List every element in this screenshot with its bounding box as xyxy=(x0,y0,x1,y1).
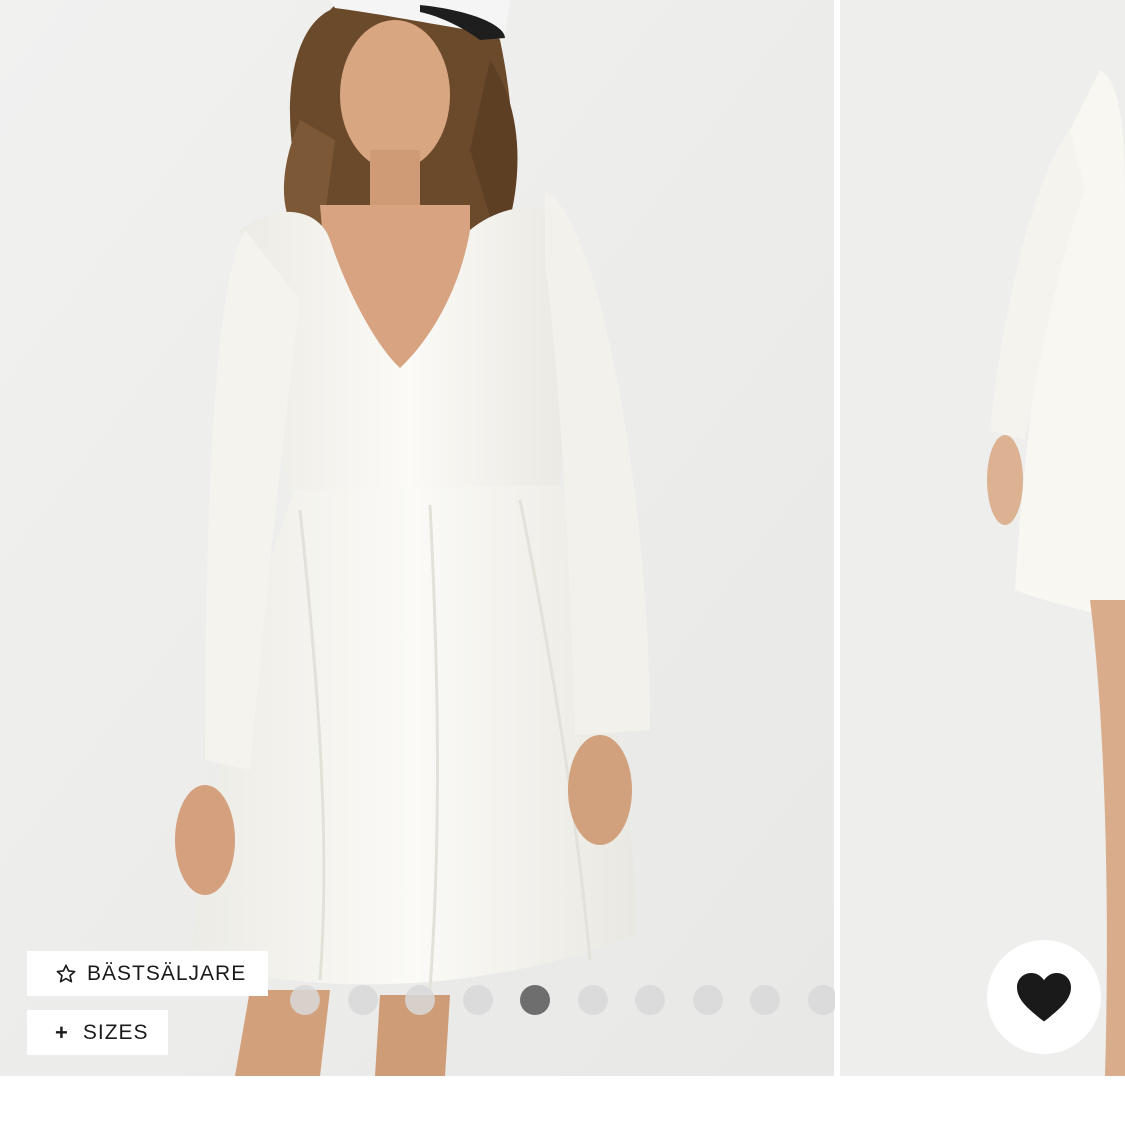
pagination-dot[interactable] xyxy=(520,985,550,1015)
sizes-label: SIZES xyxy=(82,1020,149,1044)
model-side-view-image xyxy=(840,0,1125,1076)
product-image-gallery[interactable]: BÄSTSÄLJARE + SIZES xyxy=(0,0,1125,1076)
pagination-dot[interactable] xyxy=(807,985,835,1015)
pagination-dot[interactable] xyxy=(692,985,723,1015)
sizes-button[interactable]: + SIZES xyxy=(27,1010,168,1055)
star-outline-icon xyxy=(55,963,77,985)
gallery-pagination xyxy=(290,985,835,1015)
bestseller-label: BÄSTSÄLJARE xyxy=(87,961,247,985)
model-in-white-dress-image xyxy=(0,0,834,1076)
favorite-button[interactable] xyxy=(987,940,1101,1054)
pagination-dot[interactable] xyxy=(462,985,493,1015)
pagination-dot[interactable] xyxy=(405,985,435,1015)
page-below-gallery xyxy=(0,1076,1125,1125)
product-photo-next[interactable] xyxy=(840,0,1125,1076)
pagination-dot[interactable] xyxy=(635,985,665,1015)
product-photo-main[interactable] xyxy=(0,0,834,1076)
pagination-dot[interactable] xyxy=(750,985,780,1015)
pagination-dot[interactable] xyxy=(290,985,320,1015)
pagination-dot[interactable] xyxy=(577,985,608,1015)
bestseller-badge: BÄSTSÄLJARE xyxy=(27,951,268,996)
heart-icon xyxy=(1017,972,1071,1022)
pagination-dot[interactable] xyxy=(347,985,378,1015)
plus-icon: + xyxy=(55,1019,69,1045)
